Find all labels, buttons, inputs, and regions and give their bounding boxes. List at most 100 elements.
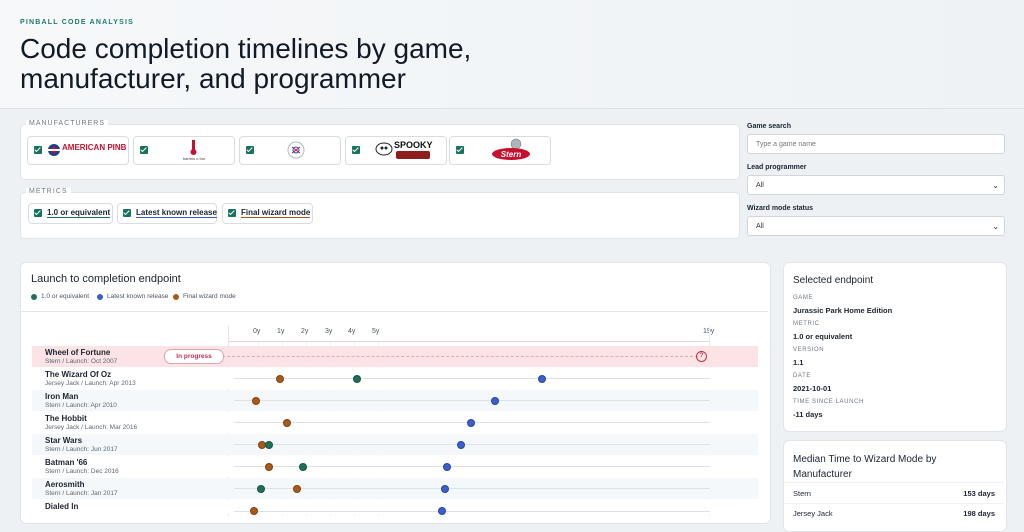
in-progress-line — [222, 356, 698, 357]
checkbox-icon[interactable] — [246, 146, 254, 154]
manufacturer-barrels-of-fun[interactable]: barrels o fun — [133, 136, 235, 165]
date-key: DATE — [793, 373, 811, 379]
endpoint-1-0[interactable] — [257, 485, 265, 493]
tick-4y: 4y — [348, 328, 356, 335]
logo-text: barrels o fun — [183, 156, 205, 161]
american-pinball-logo: AMERICAN PINBALL — [48, 143, 126, 156]
game-value: Jurassic Park Home Edition — [793, 306, 893, 315]
since-key: TIME SINCE LAUNCH — [793, 399, 864, 405]
checkbox-icon[interactable] — [34, 209, 42, 217]
manufacturers-legend: MANUFACTURERS — [26, 120, 109, 127]
metric-chip-2[interactable]: Latest known release — [117, 203, 217, 224]
version-value: 1.1 — [793, 358, 804, 367]
wizard-status-select[interactable]: All ⌄ — [747, 216, 1005, 236]
since-value: -11 days — [793, 410, 823, 419]
spooky-pinball-logo: SPOOKY — [375, 140, 433, 159]
select-value: All — [756, 182, 764, 189]
endpoint-final-wizard[interactable] — [283, 419, 291, 427]
chicago-gaming-logo — [287, 141, 305, 159]
metric-value: 1.0 or equivalent — [793, 332, 853, 341]
endpoint-1-0[interactable] — [265, 441, 273, 449]
checkbox-icon[interactable] — [228, 209, 236, 217]
metrics-legend: METRICS — [26, 188, 71, 195]
endpoint-latest[interactable] — [467, 419, 475, 427]
row-line — [234, 400, 710, 401]
endpoint-final-wizard[interactable] — [252, 397, 260, 405]
metric-label: Latest known release — [136, 208, 217, 218]
row-sub: Stern / Launch: Oct 2007 — [45, 358, 118, 365]
checkbox-icon[interactable] — [140, 146, 148, 154]
legend-label: Final wizard mode — [183, 293, 236, 300]
tick-0y: 0y — [253, 328, 261, 335]
date-value: 2021-10-01 — [793, 384, 832, 393]
manufacturer-spooky-pinball[interactable]: SPOOKY — [345, 136, 447, 165]
median-row-label: Stern — [793, 489, 811, 498]
legend-label: 1.0 or equivalent — [41, 293, 90, 300]
row-sub: Jersey Jack / Launch: Apr 2013 — [45, 380, 136, 387]
legend-dot — [173, 294, 179, 300]
endpoint-latest[interactable] — [441, 485, 449, 493]
endpoint-final-wizard[interactable] — [276, 375, 284, 383]
page-header: PINBALL CODE ANALYSIS Code completion ti… — [0, 0, 1024, 109]
chevron-down-icon: ⌄ — [992, 222, 999, 231]
row-line — [234, 488, 710, 489]
row-sub: Stern / Launch: Jun 2017 — [45, 446, 118, 453]
endpoint-latest[interactable] — [443, 463, 451, 471]
manufacturer-american-pinball[interactable]: AMERICAN PINBALL — [27, 136, 129, 165]
median-row-value: 153 days — [963, 489, 995, 498]
in-progress-badge: In progress — [164, 349, 224, 364]
selected-endpoint-title: Selected endpoint — [793, 275, 874, 286]
tick-1y: 1y — [277, 328, 285, 335]
barrels-of-fun-logo: barrels o fun — [183, 140, 205, 161]
endpoint-1-0[interactable] — [353, 375, 361, 383]
lead-programmer-label: Lead programmer — [747, 164, 807, 171]
row-name: Batman '66 — [45, 458, 88, 467]
game-key: GAME — [793, 295, 814, 301]
chevron-down-icon: ⌄ — [992, 181, 999, 190]
lead-programmer-select[interactable]: All ⌄ — [747, 175, 1005, 195]
checkbox-icon[interactable] — [123, 209, 131, 217]
row-sub: Stern / Launch: Jan 2017 — [45, 490, 118, 497]
game-search-label: Game search — [747, 123, 791, 130]
timeline-title: Launch to completion endpoint — [31, 273, 181, 285]
row-name: Iron Man — [45, 392, 79, 401]
question-icon: ? — [696, 351, 707, 362]
legend-dot — [31, 294, 37, 300]
row-line — [234, 444, 710, 445]
wizard-status-label: Wizard mode status — [747, 205, 814, 212]
tick-5y: 5y — [372, 328, 380, 335]
select-value: All — [756, 223, 764, 230]
endpoint-1-0[interactable] — [299, 463, 307, 471]
tick-3y: 3y — [325, 328, 333, 335]
checkbox-icon[interactable] — [34, 146, 42, 154]
endpoint-final-wizard[interactable] — [265, 463, 273, 471]
metric-key: METRIC — [793, 321, 820, 327]
median-row-divider — [784, 503, 1004, 504]
endpoint-latest[interactable] — [538, 375, 546, 383]
checkbox-icon[interactable] — [456, 146, 464, 154]
manufacturer-chicago-gaming[interactable] — [239, 136, 341, 165]
row-sub: Stern / Launch: Apr 2010 — [45, 402, 117, 409]
median-title: Median Time to Wizard Mode by Manufactur… — [793, 454, 937, 480]
median-row-divider — [784, 482, 1004, 483]
metric-chip-3[interactable]: Final wizard mode — [222, 203, 313, 224]
row-name: Aerosmith — [45, 480, 85, 489]
endpoint-final-wizard[interactable] — [293, 485, 301, 493]
timeline-divider — [21, 311, 768, 312]
row-name: The Wizard Of Oz — [45, 370, 112, 379]
logo-text: SPOOKY — [394, 140, 433, 150]
row-line — [234, 378, 710, 379]
checkbox-icon[interactable] — [352, 146, 360, 154]
metric-label: 1.0 or equivalent — [47, 208, 111, 218]
metric-chip-1[interactable]: 1.0 or equivalent — [28, 203, 113, 224]
legend-dot — [97, 294, 103, 300]
tick-2y: 2y — [301, 328, 309, 335]
endpoint-latest[interactable] — [491, 397, 499, 405]
row-sub: Stern / Launch: Dec 2016 — [45, 468, 119, 475]
legend-label: Latest known release — [107, 293, 169, 300]
metric-label: Final wizard mode — [241, 208, 311, 218]
game-search-input[interactable]: Type a game name — [747, 134, 1005, 154]
stern-logo: Stern — [492, 138, 530, 160]
manufacturer-stern[interactable]: Stern — [449, 136, 551, 165]
endpoint-latest[interactable] — [457, 441, 465, 449]
